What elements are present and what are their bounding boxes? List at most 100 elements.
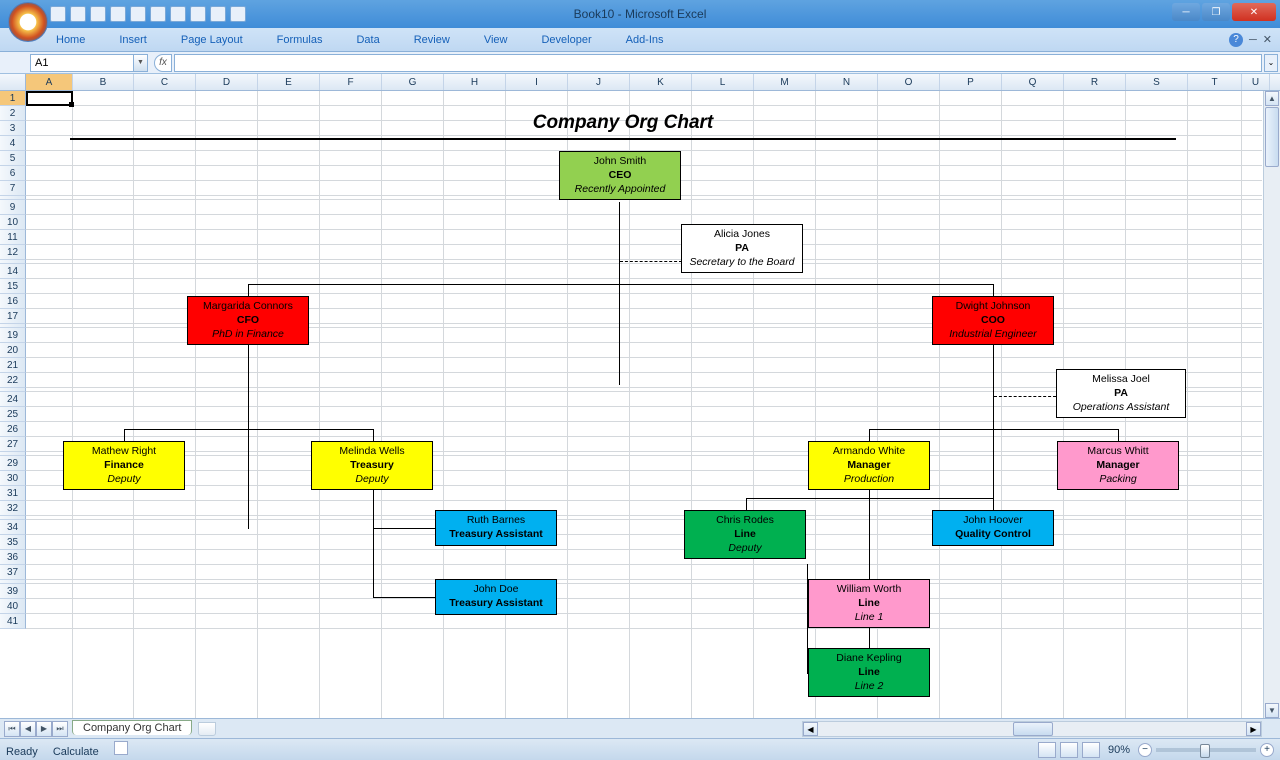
row-header[interactable]: 11	[0, 230, 26, 245]
row-header[interactable]: 19	[0, 328, 26, 343]
tab-next-icon[interactable]: ▶	[36, 721, 52, 737]
row-header[interactable]: 39	[0, 584, 26, 599]
print-preview-icon[interactable]	[210, 6, 226, 22]
column-header[interactable]: C	[134, 74, 196, 90]
row-header[interactable]: 32	[0, 501, 26, 516]
org-box-mgr-pack[interactable]: Marcus Whitt Manager Packing	[1057, 441, 1179, 490]
column-header[interactable]: F	[320, 74, 382, 90]
row-header[interactable]: 4	[0, 136, 26, 151]
org-box-finance[interactable]: Mathew Right Finance Deputy	[63, 441, 185, 490]
row-header[interactable]: 12	[0, 245, 26, 260]
view-layout-icon[interactable]	[1060, 742, 1078, 758]
org-box-ta2[interactable]: John Doe Treasury Assistant	[435, 579, 557, 615]
column-header[interactable]: K	[630, 74, 692, 90]
tab-formulas[interactable]: Formulas	[271, 31, 329, 49]
minimize-ribbon-icon[interactable]: ─	[1249, 34, 1257, 46]
row-header[interactable]: 30	[0, 471, 26, 486]
row-header[interactable]: 24	[0, 392, 26, 407]
print-icon[interactable]	[230, 6, 246, 22]
undo-icon[interactable]	[70, 6, 86, 22]
org-box-ta1[interactable]: Ruth Barnes Treasury Assistant	[435, 510, 557, 546]
row-header[interactable]: 16	[0, 294, 26, 309]
row-header[interactable]: 35	[0, 535, 26, 550]
zoom-slider[interactable]	[1156, 748, 1256, 752]
fx-icon[interactable]: fx	[154, 54, 172, 72]
column-header[interactable]: L	[692, 74, 754, 90]
macro-record-icon[interactable]	[114, 741, 128, 755]
row-header[interactable]: 27	[0, 437, 26, 452]
org-box-qc[interactable]: John Hoover Quality Control	[932, 510, 1054, 546]
column-header[interactable]: I	[506, 74, 568, 90]
tab-data[interactable]: Data	[350, 31, 385, 49]
row-header[interactable]: 22	[0, 373, 26, 388]
tab-home[interactable]: Home	[50, 31, 91, 49]
vertical-scrollbar[interactable]: ▲ ▼	[1263, 91, 1280, 718]
org-box-mgr-prod[interactable]: Armando White Manager Production	[808, 441, 930, 490]
row-header[interactable]: 17	[0, 309, 26, 324]
qat-icon[interactable]	[170, 6, 186, 22]
column-header[interactable]: O	[878, 74, 940, 90]
row-header[interactable]: 36	[0, 550, 26, 565]
org-box-coo[interactable]: Dwight Johnson COO Industrial Engineer	[932, 296, 1054, 345]
row-header[interactable]: 7	[0, 181, 26, 196]
sheet-tab-active[interactable]: Company Org Chart	[72, 720, 192, 735]
tab-first-icon[interactable]: ⏮	[4, 721, 20, 737]
org-box-ceo[interactable]: John Smith CEO Recently Appointed	[559, 151, 681, 200]
row-header[interactable]: 1	[0, 91, 26, 106]
column-header[interactable]: H	[444, 74, 506, 90]
org-box-cfo[interactable]: Margarida Connors CFO PhD in Finance	[187, 296, 309, 345]
column-header[interactable]: E	[258, 74, 320, 90]
office-button[interactable]	[8, 2, 48, 42]
row-header[interactable]: 3	[0, 121, 26, 136]
column-header[interactable]: U	[1242, 74, 1270, 90]
scroll-right-icon[interactable]: ▶	[1246, 722, 1261, 736]
column-header[interactable]: S	[1126, 74, 1188, 90]
tab-prev-icon[interactable]: ◀	[20, 721, 36, 737]
new-sheet-button[interactable]	[198, 722, 216, 736]
org-box-pa-ops[interactable]: Melissa Joel PA Operations Assistant	[1056, 369, 1186, 418]
qat-icon[interactable]	[130, 6, 146, 22]
column-header[interactable]: G	[382, 74, 444, 90]
row-header[interactable]: 2	[0, 106, 26, 121]
org-box-treasury[interactable]: Melinda Wells Treasury Deputy	[311, 441, 433, 490]
tab-view[interactable]: View	[478, 31, 514, 49]
close-button[interactable]: ✕	[1232, 3, 1276, 21]
redo-icon[interactable]	[90, 6, 106, 22]
row-header[interactable]: 10	[0, 215, 26, 230]
tab-addins[interactable]: Add-Ins	[620, 31, 670, 49]
scroll-down-icon[interactable]: ▼	[1265, 703, 1279, 718]
hscroll-thumb[interactable]	[1013, 722, 1053, 736]
expand-formula-bar-icon[interactable]: ⌄	[1264, 54, 1278, 72]
select-all-corner[interactable]	[0, 74, 26, 90]
column-header[interactable]: T	[1188, 74, 1242, 90]
row-header[interactable]: 9	[0, 200, 26, 215]
row-header[interactable]: 40	[0, 599, 26, 614]
column-header[interactable]: A	[26, 74, 73, 90]
org-box-line1[interactable]: William Worth Line Line 1	[808, 579, 930, 628]
minimize-button[interactable]: ─	[1172, 3, 1200, 21]
org-box-line2[interactable]: Diane Kepling Line Line 2	[808, 648, 930, 697]
horizontal-scrollbar[interactable]: ◀ ▶	[802, 721, 1262, 737]
tab-insert[interactable]: Insert	[113, 31, 153, 49]
row-header[interactable]: 34	[0, 520, 26, 535]
view-normal-icon[interactable]	[1038, 742, 1056, 758]
row-header[interactable]: 41	[0, 614, 26, 629]
row-header[interactable]: 25	[0, 407, 26, 422]
zoom-level[interactable]: 90%	[1108, 744, 1130, 756]
formula-bar[interactable]	[174, 54, 1262, 72]
column-header[interactable]: B	[73, 74, 134, 90]
name-box-dropdown[interactable]: ▼	[134, 54, 148, 72]
view-break-icon[interactable]	[1082, 742, 1100, 758]
cells[interactable]: Company Org Chart John Smith CEO Recentl…	[26, 91, 1262, 718]
column-header[interactable]: Q	[1002, 74, 1064, 90]
column-header[interactable]: P	[940, 74, 1002, 90]
row-header[interactable]: 6	[0, 166, 26, 181]
qat-icon[interactable]	[110, 6, 126, 22]
tab-review[interactable]: Review	[408, 31, 456, 49]
column-header[interactable]: R	[1064, 74, 1126, 90]
tab-last-icon[interactable]: ⏭	[52, 721, 68, 737]
active-cell[interactable]	[26, 91, 73, 106]
row-header[interactable]: 26	[0, 422, 26, 437]
column-header[interactable]: D	[196, 74, 258, 90]
scroll-up-icon[interactable]: ▲	[1265, 91, 1279, 106]
